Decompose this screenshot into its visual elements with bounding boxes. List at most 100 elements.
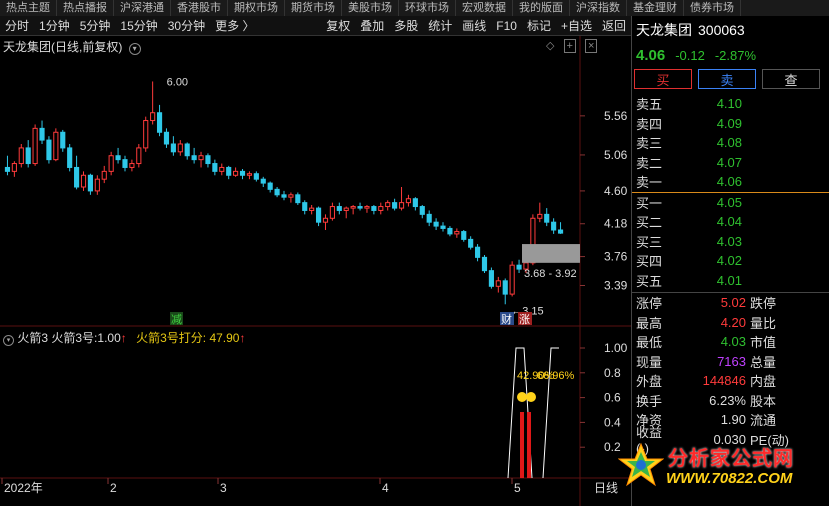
period-tab[interactable]: 30分钟 bbox=[163, 16, 210, 36]
candle-body bbox=[302, 202, 308, 211]
topnav-item[interactable]: 美股市场 bbox=[342, 0, 399, 16]
stat-label: 最低 bbox=[636, 335, 663, 351]
chart-tool-button[interactable]: 叠加 bbox=[355, 16, 389, 36]
topnav-item[interactable]: 期权市场 bbox=[228, 0, 285, 16]
bid-level-row[interactable]: 买三 4.03 bbox=[632, 232, 829, 252]
candle-body bbox=[122, 159, 128, 168]
candle-body bbox=[537, 213, 543, 219]
chart-tool-button[interactable]: F10 bbox=[491, 16, 522, 36]
candle-body bbox=[53, 131, 59, 161]
topnav-item[interactable]: 沪深指数 bbox=[570, 0, 627, 16]
topnav-item[interactable]: 热点播报 bbox=[57, 0, 114, 16]
candle-body bbox=[80, 174, 87, 188]
indicator-title: ▾ 火箭3 火箭3号:1.00↑ 火箭3号打分: 47.90↑ bbox=[3, 329, 245, 346]
chart-tool-button[interactable]: 统计 bbox=[423, 16, 457, 36]
candle-body bbox=[405, 198, 412, 204]
price-tick-label: 4.60 bbox=[604, 184, 628, 198]
period-tab[interactable]: 5分钟 bbox=[75, 16, 116, 36]
indicator-line1-label: 火箭3号: bbox=[51, 331, 98, 345]
ask-level-row[interactable]: 卖三 4.08 bbox=[632, 133, 829, 153]
chart-tool-button[interactable]: +自选 bbox=[556, 16, 597, 36]
topnav-item[interactable]: 热点主题 bbox=[0, 0, 57, 16]
stat-row: 外盘 144846 内盘 bbox=[632, 371, 829, 391]
topnav-item[interactable]: 沪深港通 bbox=[114, 0, 171, 16]
candle-body bbox=[46, 139, 52, 161]
stat-row: 最高 4.20 量比 bbox=[632, 313, 829, 333]
buy-button[interactable]: 买 bbox=[634, 69, 692, 89]
kline-chart[interactable]: 5.565.064.604.183.763.396.00←3.153.68 - … bbox=[0, 36, 631, 506]
stat-value: 6.23% bbox=[709, 392, 746, 408]
chart-tool-button[interactable]: 返回 bbox=[597, 16, 631, 36]
topnav-item[interactable]: 香港股市 bbox=[171, 0, 228, 16]
topnav-item[interactable]: 期货市场 bbox=[285, 0, 342, 16]
quote-stats: 涨停 5.02 跌停 最高 4.20 量比 最低 4.03 市值 现量 7163 总量 外盘 144846… bbox=[632, 293, 829, 456]
bid-level-row[interactable]: 买四 4.02 bbox=[632, 251, 829, 271]
candle-body bbox=[205, 155, 211, 165]
stat-value: 4.03 bbox=[720, 334, 746, 350]
candle-body bbox=[495, 280, 501, 287]
topnav-item[interactable]: 环球市场 bbox=[399, 0, 456, 16]
topnav-item[interactable]: 基金理财 bbox=[627, 0, 684, 16]
stat-row: 现量 7163 总量 bbox=[632, 352, 829, 372]
level-price: 4.06 bbox=[716, 174, 742, 190]
price-tick-label: 5.06 bbox=[604, 148, 628, 162]
stat-label-2: 内盘 bbox=[750, 374, 777, 390]
price-tick-label: 4.18 bbox=[604, 217, 628, 231]
candle-body bbox=[226, 166, 232, 176]
ask-level-row[interactable]: 卖四 4.09 bbox=[632, 114, 829, 134]
candle-body bbox=[426, 213, 432, 223]
date-tick-label: 2022年 bbox=[4, 481, 43, 495]
price-change: -0.12 bbox=[675, 47, 705, 63]
stat-value: 7163 bbox=[717, 353, 746, 369]
ask-level-row[interactable]: 卖二 4.07 bbox=[632, 153, 829, 173]
query-button[interactable]: 查 bbox=[762, 69, 820, 89]
topnav-item[interactable]: 债券市场 bbox=[684, 0, 741, 16]
chevron-down-icon[interactable]: ▾ bbox=[3, 335, 14, 346]
candle-body bbox=[502, 280, 508, 295]
chart-tool-button[interactable]: 画线 bbox=[457, 16, 491, 36]
chart-toolbar: 分时 1分钟 5分钟 15分钟 30分钟 更多 〉 复权 叠加 多股 统计 画线 F10 标记 +自选返… bbox=[0, 16, 631, 36]
period-tab[interactable]: 15分钟 bbox=[115, 16, 162, 36]
period-tab[interactable]: 分时 bbox=[0, 16, 34, 36]
price-line: 4.06 -0.12 -2.87% bbox=[632, 44, 829, 66]
indicator-bar bbox=[527, 412, 531, 478]
ask-level-row[interactable]: 卖五 4.10 bbox=[632, 94, 829, 114]
level-label: 卖一 bbox=[636, 175, 663, 191]
candle-body bbox=[419, 206, 425, 215]
ask-level-row[interactable]: 卖一 4.06 bbox=[632, 172, 829, 192]
top-navigation: 热点主题 热点播报 沪深港通 香港股市 期权市场 期货市场 美股市场 环球市场 宏观数据 我的版面… bbox=[0, 0, 829, 16]
candle-body bbox=[274, 188, 280, 196]
bid-level-row[interactable]: 买一 4.05 bbox=[632, 193, 829, 213]
topnav-item[interactable]: 我的版面 bbox=[513, 0, 570, 16]
chart-tool-button[interactable]: 标记 bbox=[522, 16, 556, 36]
candle-body bbox=[329, 206, 335, 219]
candle-body bbox=[60, 131, 66, 149]
candle-body bbox=[412, 198, 418, 208]
sell-button[interactable]: 卖 bbox=[698, 69, 756, 89]
stat-label-2: 市值 bbox=[750, 335, 777, 351]
topnav-item[interactable]: 宏观数据 bbox=[456, 0, 513, 16]
level-label: 买四 bbox=[636, 254, 663, 270]
chart-tool-button[interactable]: 复权 bbox=[321, 16, 355, 36]
candle-body bbox=[371, 206, 377, 211]
indicator-tick-label: 0.4 bbox=[604, 415, 621, 429]
period-tab[interactable]: 更多 〉 bbox=[210, 16, 259, 36]
level-label: 买二 bbox=[636, 215, 663, 231]
candle-body bbox=[239, 170, 246, 176]
candle-body bbox=[364, 206, 370, 209]
candle-body bbox=[281, 194, 287, 198]
stat-label: 最高 bbox=[636, 315, 663, 331]
candle-body bbox=[378, 206, 384, 211]
candle-body bbox=[260, 178, 266, 184]
candle-body bbox=[357, 206, 363, 209]
stat-row: 换手 6.23% 股本 bbox=[632, 391, 829, 411]
candle-body bbox=[447, 227, 453, 235]
chart-tool-button[interactable]: 多股 bbox=[389, 16, 423, 36]
date-tick-label: 2 bbox=[110, 481, 117, 495]
bid-level-row[interactable]: 买二 4.04 bbox=[632, 212, 829, 232]
candle-body bbox=[115, 155, 121, 161]
bid-level-row[interactable]: 买五 4.01 bbox=[632, 271, 829, 291]
ask-levels: 卖五 4.10 卖四 4.09 卖三 4.08 卖二 4.07 卖一 4.06 bbox=[632, 94, 829, 192]
candle-body bbox=[468, 238, 474, 248]
period-tab[interactable]: 1分钟 bbox=[34, 16, 75, 36]
